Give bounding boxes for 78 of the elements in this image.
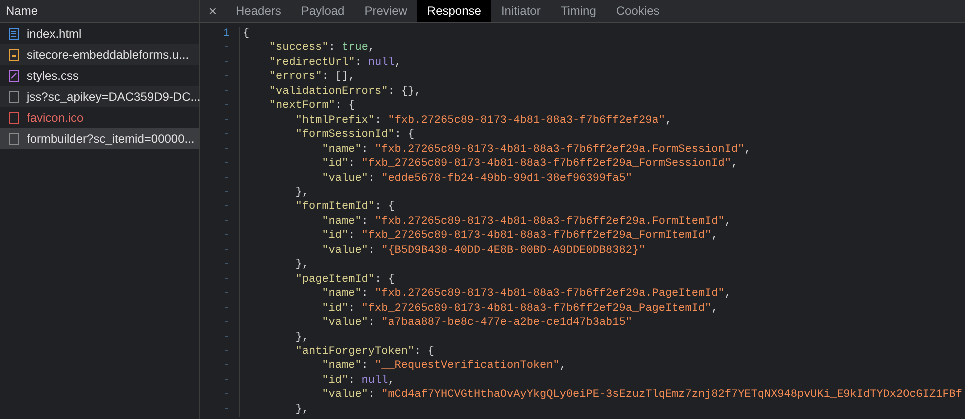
line-number: -	[222, 330, 231, 346]
code-line: "value": "mCd4af7YHCVGtHthaOvAyYkgQLy0eiPE-3sEzuzTlqEmz7znj82f7YETqNX948pvUKi_E9kIdTYDx2OcGIZ1FBf	[321, 388, 963, 404]
code-line: {	[243, 26, 250, 42]
line-number: -	[222, 114, 231, 129]
code-line: "name": "fxb.27265c89-8173-4b81-88a3-f7b6ff2ef29a.FormItemId",	[321, 214, 732, 230]
tab[interactable]: Cookies	[606, 0, 670, 22]
tab[interactable]: Initiator	[491, 0, 551, 22]
request-name: jss?sc_apikey=DAC359D9-DC...	[27, 88, 201, 106]
line-number: -	[222, 214, 231, 230]
code-line: "validationErrors": {},	[268, 84, 422, 100]
line-number: 1	[222, 26, 231, 42]
file-icon	[9, 90, 19, 102]
line-number: -	[222, 402, 231, 418]
request-row[interactable]: jss?sc_apikey=DAC359D9-DC...	[0, 86, 199, 107]
line-number: -	[222, 172, 231, 187]
line-number: -	[222, 344, 231, 360]
code-line: "formSessionId": {	[294, 128, 415, 144]
request-name: formbuilder?sc_itemid=00000...	[27, 130, 195, 148]
code-line: "id": null,	[321, 374, 395, 389]
request-name: index.html	[27, 26, 82, 42]
stylesheet-icon	[9, 70, 19, 82]
request-name: sitecore-embeddableforms.u...	[27, 46, 190, 64]
line-number: -	[222, 56, 231, 71]
code-line: "errors": [],	[268, 70, 356, 86]
line-number: -	[222, 200, 231, 216]
code-line: "name": "fxb.27265c89-8173-4b81-88a3-f7b6ff2ef29a.PageItemId",	[321, 287, 732, 302]
code-line: "id": "fxb_27265c89-8173-4b81-88a3-f7b6ff2ef29a_FormSessionId",	[321, 157, 738, 172]
line-number: -	[222, 128, 231, 144]
request-name: styles.css	[27, 68, 80, 84]
code-line: "value": "a7baa887-be8c-477e-a2be-ce1d47b3ab15"	[321, 316, 632, 332]
script-icon	[9, 48, 19, 60]
code-line: "htmlPrefix": "fxb.27265c89-8173-4b81-88a3-f7b6ff2ef29a",	[294, 114, 672, 129]
line-number: -	[222, 41, 231, 56]
code-line: "value": "{B5D9B438-40DD-4E8B-80BD-A9DDE0DB8382}"	[321, 244, 646, 259]
code-line: "value": "edde5678-fb24-49bb-99d1-38ef96399fa5"	[321, 172, 632, 187]
code-line: "pageItemId": {	[294, 272, 395, 288]
close-button[interactable]: ×	[200, 0, 226, 22]
column-header: Name	[0, 0, 199, 23]
code-line: },	[294, 330, 309, 346]
line-number: -	[222, 287, 231, 302]
request-name: favicon.ico	[27, 110, 84, 126]
line-number: -	[222, 186, 231, 201]
code-line: "id": "fxb_27265c89-8173-4b81-88a3-f7b6ff2ef29a_FormItemId",	[321, 229, 718, 244]
line-number: -	[222, 244, 231, 259]
tab[interactable]: Headers	[226, 0, 292, 22]
tab[interactable]: Payload	[291, 0, 355, 22]
code-line: "formItemId": {	[294, 200, 395, 216]
line-number: -	[222, 229, 231, 244]
tab[interactable]: Preview	[354, 0, 418, 22]
code-line: "success": true,	[268, 41, 376, 56]
code-line: "name": "fxb.27265c89-8173-4b81-88a3-f7b6ff2ef29a.FormSessionId",	[321, 142, 752, 158]
tab[interactable]: Response	[417, 0, 492, 22]
line-number: -	[222, 316, 231, 332]
code-line: },	[294, 258, 309, 274]
line-number: -	[222, 388, 231, 404]
line-number: -	[222, 99, 231, 114]
code-line: "redirectUrl": null,	[268, 56, 402, 71]
file-icon	[9, 132, 19, 144]
line-number: -	[222, 272, 231, 288]
request-row[interactable]: sitecore-embeddableforms.u...	[0, 44, 199, 65]
code-line: "name": "__RequestVerificationToken",	[321, 359, 566, 374]
code-line: "id": "fxb_27265c89-8173-4b81-88a3-f7b6ff2ef29a_PageItemId",	[321, 302, 718, 317]
line-number: -	[222, 70, 231, 86]
line-number: -	[222, 359, 231, 374]
line-number: -	[222, 374, 231, 389]
line-number: -	[222, 142, 231, 158]
line-number: -	[222, 258, 231, 274]
code-line: "antiForgeryToken": {	[294, 344, 434, 360]
document-icon	[9, 28, 19, 40]
file-icon	[9, 112, 19, 124]
code-line: },	[294, 186, 309, 201]
line-number: -	[222, 302, 231, 317]
line-number: -	[222, 84, 231, 100]
line-number: -	[222, 157, 231, 172]
code-line: },	[294, 402, 309, 418]
code-line: "nextForm": {	[268, 99, 356, 114]
tab[interactable]: Timing	[550, 0, 606, 22]
request-row[interactable]: formbuilder?sc_itemid=00000...	[0, 128, 199, 149]
